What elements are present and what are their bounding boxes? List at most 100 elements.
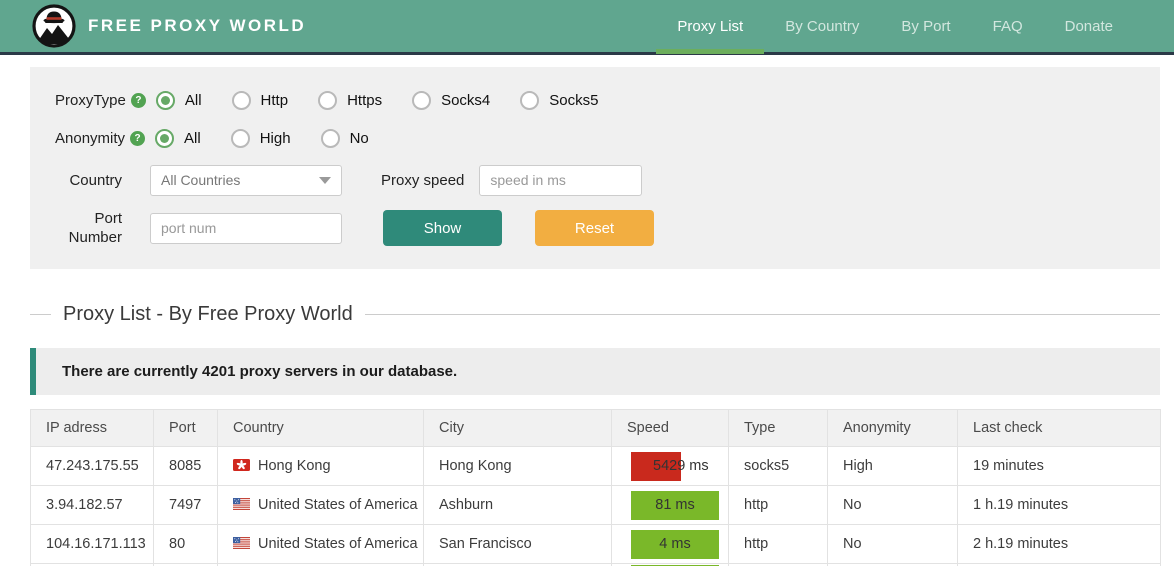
country-name: United States of America [258, 536, 418, 552]
nav-item-faq[interactable]: FAQ [972, 0, 1044, 54]
port-number-label: Port Number [68, 210, 122, 246]
nav-item-donate[interactable]: Donate [1044, 0, 1134, 54]
anonymity-cell: No [827, 524, 958, 564]
speed-value: 81 ms [655, 497, 695, 513]
country-label: Country [69, 171, 122, 189]
nav-item-by-port[interactable]: By Port [880, 0, 971, 54]
anonymity-cell: No [827, 485, 958, 525]
country-select-value: All Countries [161, 172, 241, 188]
radio-dot-icon [520, 90, 540, 110]
section-heading: Proxy List - By Free Proxy World [30, 303, 1160, 326]
port-cell: 7497 [153, 485, 218, 525]
brand-logo[interactable]: FREE PROXY WORLD [32, 4, 306, 48]
radio-all[interactable]: All [155, 128, 201, 148]
table-header-row: IP adress Port Country City Speed Type Anonymi… [30, 409, 1161, 447]
column-header-type: Type [728, 409, 828, 447]
radio-dot-icon [230, 128, 250, 148]
proxy-type-help-icon[interactable]: ? [130, 92, 146, 108]
column-header-speed: Speed [611, 409, 729, 447]
type-cell: http [728, 485, 828, 525]
radio-label: Socks4 [441, 91, 491, 109]
radio-socks5[interactable]: Socks5 [520, 90, 599, 110]
radio-label: High [259, 129, 291, 147]
city-cell: San Francisco [423, 524, 612, 564]
radio-no[interactable]: No [320, 128, 369, 148]
radio-high[interactable]: High [230, 128, 291, 148]
speed-cell: 81 ms [611, 485, 729, 525]
radio-label: Socks5 [549, 91, 599, 109]
city-cell: Ashburn [423, 485, 612, 525]
column-header-ip-adress: IP adress [30, 409, 154, 447]
us-flag-icon [233, 537, 250, 549]
page-title: Proxy List - By Free Proxy World [63, 303, 353, 325]
last-check-cell: 1 h.19 minutes [957, 485, 1161, 525]
country-cell: Hong Kong [217, 446, 424, 486]
proxy-speed-label: Proxy speed [381, 171, 465, 189]
table-row: 104.16.171.113 80 United States of America… [30, 524, 1161, 564]
radio-dot-icon [320, 128, 340, 148]
country-cell: United States of America [217, 485, 424, 525]
nav-item-by-country[interactable]: By Country [764, 0, 880, 54]
speed-bar: 81 ms [631, 490, 719, 520]
city-cell: Hong Kong [423, 446, 612, 486]
column-header-anonymity: Anonymity [827, 409, 958, 447]
speed-cell: 4 ms [611, 524, 729, 564]
hk-flag-icon [233, 459, 250, 471]
radio-label: No [349, 129, 369, 147]
heading-left-rule [30, 314, 51, 315]
last-check-cell: 2 h.19 minutes [957, 524, 1161, 564]
main-nav: Proxy List By Country By Port FAQ Donate [656, 0, 1134, 54]
anonymity-row: Anonymity ? All High No [30, 119, 1160, 157]
proxy-speed-input[interactable] [479, 164, 643, 196]
radio-label: All [184, 129, 201, 147]
radio-dot-icon [231, 90, 251, 110]
radio-http[interactable]: Http [231, 90, 289, 110]
page: FREE PROXY WORLD Proxy List By Country By … [0, 0, 1174, 566]
speed-bar: 4 ms [631, 529, 719, 559]
nav-item-proxy-list[interactable]: Proxy List [656, 0, 765, 54]
reset-button[interactable]: Reset [535, 210, 654, 246]
radio-label: Https [347, 91, 383, 109]
speed-cell: 5429 ms [611, 446, 729, 486]
anonymity-label: Anonymity [55, 129, 126, 147]
speed-bar: 5429 ms [631, 451, 719, 481]
port-cell: 8085 [153, 446, 218, 486]
column-header-city: City [423, 409, 612, 447]
anonymity-help-icon[interactable]: ? [130, 130, 146, 146]
proxy-type-label: ProxyType [55, 91, 126, 109]
column-header-port: Port [153, 409, 218, 447]
country-cell: United States of America [217, 524, 424, 564]
anonymity-options: All High No [155, 128, 399, 148]
ip-cell: 47.243.175.55 [30, 446, 154, 486]
radio-dot-icon [318, 90, 338, 110]
port-cell: 80 [153, 524, 218, 564]
port-buttons-row: Port Number Show Reset [30, 209, 1160, 247]
port-number-input[interactable] [150, 212, 342, 244]
speed-value: 5429 ms [653, 458, 709, 474]
ip-cell: 104.16.171.113 [30, 524, 154, 564]
column-header-country: Country [217, 409, 424, 447]
country-name: United States of America [258, 497, 418, 513]
ip-cell: 3.94.182.57 [30, 485, 154, 525]
brand-name: FREE PROXY WORLD [88, 16, 307, 35]
heading-right-rule [364, 314, 1160, 315]
country-speed-row: Country All Countries Proxy speed [30, 161, 1160, 199]
last-check-cell: 19 minutes [957, 446, 1161, 486]
radio-label: All [184, 91, 202, 109]
type-cell: http [728, 524, 828, 564]
country-select[interactable]: All Countries [150, 164, 342, 196]
show-button[interactable]: Show [383, 210, 502, 246]
radio-label: Http [260, 91, 289, 109]
radio-dot-icon [155, 90, 175, 110]
column-header-last-check: Last check [957, 409, 1161, 447]
radio-socks4[interactable]: Socks4 [412, 90, 491, 110]
radio-all[interactable]: All [155, 90, 202, 110]
top-navbar: FREE PROXY WORLD Proxy List By Country By … [0, 0, 1174, 55]
radio-https[interactable]: Https [318, 90, 383, 110]
type-cell: socks5 [728, 446, 828, 486]
proxy-type-row: ProxyType ? All Http Https Socks4 Socks5 [30, 81, 1160, 119]
table-row: 47.243.175.55 8085 Hong Kong Hong Kong 5429 … [30, 446, 1161, 486]
anonymity-cell: High [827, 446, 958, 486]
proxy-type-options: All Http Https Socks4 Socks5 [155, 90, 629, 110]
radio-dot-icon [155, 128, 175, 148]
